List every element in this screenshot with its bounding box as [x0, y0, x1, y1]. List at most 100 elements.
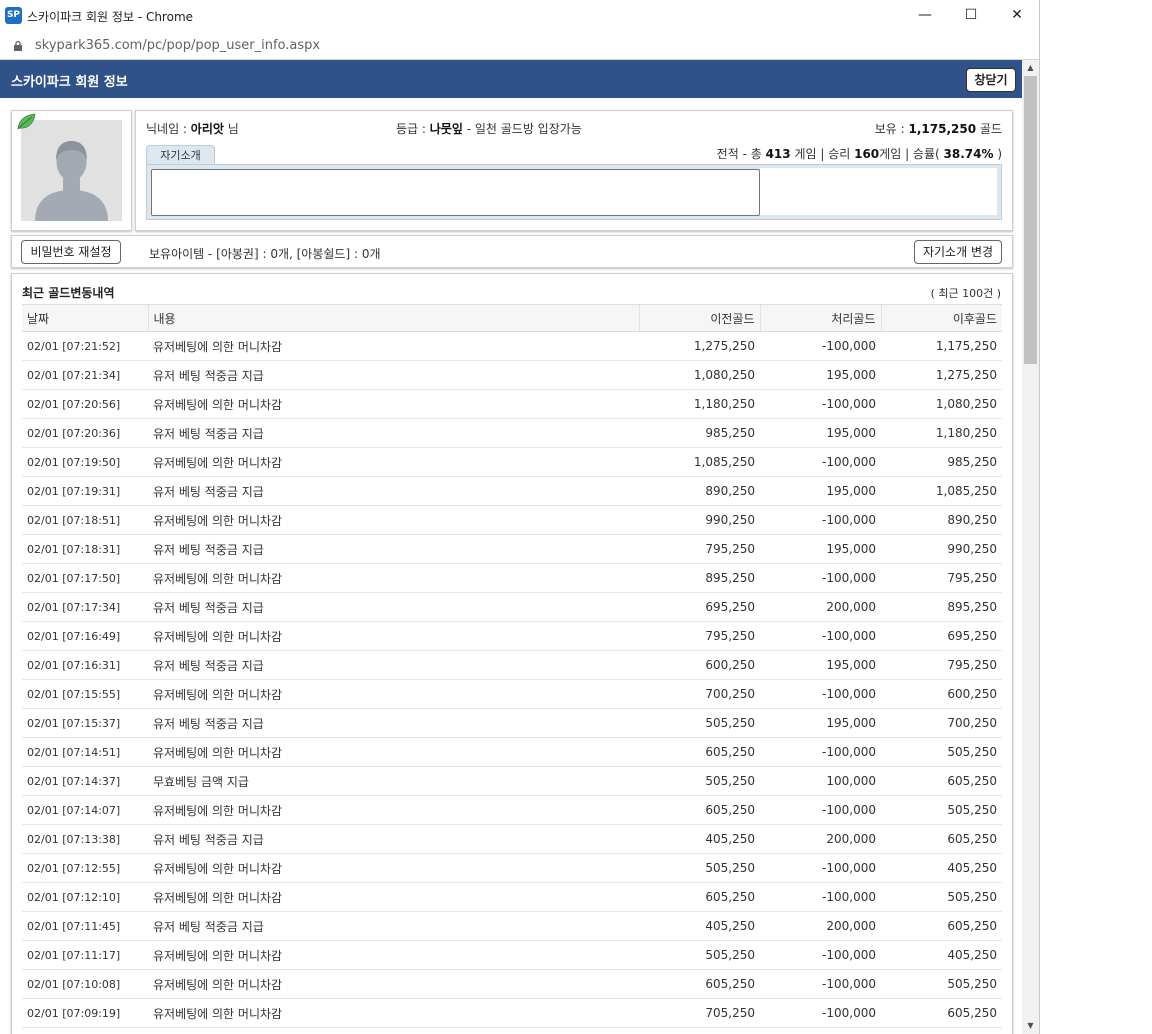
table-row: 02/01 [07:08:40]유저 베팅 적중금 지급505,250200,0… — [22, 1027, 1002, 1034]
row-content: 유저베팅에 의한 머니차감 — [148, 447, 639, 477]
table-row: 02/01 [07:12:55] 유저베팅에 의한 머니차감 505,250 -100… — [22, 853, 1002, 883]
popup-header: 스카이파크 회원 정보 창닫기 — [0, 60, 1022, 98]
row-after-gold: 505,250 — [881, 882, 1002, 912]
leaf-grade-icon — [17, 113, 36, 130]
gold-line: 보유 : 1,175,250 골드 — [875, 120, 1002, 137]
row-content: 무효베팅 금액 지급 — [148, 766, 639, 796]
row-content: 유저베팅에 의한 머니차감 — [148, 505, 639, 535]
url-text[interactable]: skypark365.com/pc/pop/pop_user_info.aspx — [35, 38, 320, 53]
profile-info-panel: 닉네임 : 아리앗 님 등급 : 나뭇잎 - 일천 골드방 입장가능 보유 : … — [135, 110, 1013, 231]
row-content: 유저베팅에 의한 머니차감 — [148, 882, 639, 912]
browser-window: SP 스카이파크 회원 정보 - Chrome — ☐ ✕ skypark365… — [0, 0, 1040, 1034]
table-row: 02/01 [07:12:10] 유저베팅에 의한 머니차감 605,250 -100… — [22, 882, 1002, 912]
row-prev-gold: 605,250 — [639, 969, 760, 999]
row-date: 02/01 [07:14:07] — [22, 795, 148, 825]
row-after-gold: 600,250 — [881, 679, 1002, 709]
row-prev-gold: 695,250 — [639, 592, 760, 622]
page-scrollbar[interactable]: ▲ ▼ — [1022, 60, 1039, 1034]
row-prev-gold: 405,250 — [639, 824, 760, 854]
lock-icon — [14, 40, 22, 51]
close-window-icon[interactable]: ✕ — [994, 0, 1039, 32]
row-after-gold: 695,250 — [881, 621, 1002, 651]
row-change-gold: -100,000 — [760, 940, 881, 970]
row-content: 유저 베팅 적중금 지급 — [148, 360, 639, 390]
row-content: 유저베팅에 의한 머니차감 — [148, 853, 639, 883]
address-bar[interactable]: skypark365.com/pc/pop/pop_user_info.aspx — [0, 32, 1039, 60]
table-row: 02/01 [07:14:37] 무효베팅 금액 지급 505,250 100,000… — [22, 766, 1002, 796]
row-change-gold: -100,000 — [760, 621, 881, 651]
row-content: 유저베팅에 의한 머니차감 — [148, 795, 639, 825]
row-content: 유저 베팅 적중금 지급 — [148, 911, 639, 941]
row-date: 02/01 [07:09:19] — [22, 998, 148, 1028]
row-after-gold: 1,180,250 — [881, 418, 1002, 448]
row-after-gold: 605,250 — [881, 998, 1002, 1028]
row-prev-gold: 505,250 — [639, 1027, 760, 1034]
table-row: 02/01 [07:11:45] 유저 베팅 적중금 지급 405,250 200,0… — [22, 911, 1002, 941]
row-date: 02/01 [07:19:50] — [22, 447, 148, 477]
row-content: 유저 베팅 적중금 지급 — [148, 592, 639, 622]
row-after-gold: 700,250 — [881, 708, 1002, 738]
intro-area — [146, 164, 1002, 220]
row-prev-gold: 1,085,250 — [639, 447, 760, 477]
row-after-gold: 1,175,250 — [881, 331, 1002, 361]
row-prev-gold: 705,250 — [639, 998, 760, 1028]
row-content: 유저 베팅 적중금 지급 — [148, 418, 639, 448]
table-row: 02/01 [07:09:19] 유저베팅에 의한 머니차감 705,250 -100… — [22, 998, 1002, 1028]
row-date: 02/01 [07:11:45] — [22, 911, 148, 941]
grade-line: 등급 : 나뭇잎 - 일천 골드방 입장가능 — [396, 120, 582, 137]
row-after-gold: 985,250 — [881, 447, 1002, 477]
row-after-gold: 505,250 — [881, 737, 1002, 767]
gold-value: 1,175,250 — [908, 122, 977, 136]
games-unit: 게임 | 승리 — [790, 147, 855, 161]
row-date: 02/01 [07:12:55] — [22, 853, 148, 883]
minimize-icon[interactable]: — — [902, 0, 948, 32]
row-content: 유저 베팅 적중금 지급 — [148, 650, 639, 680]
row-prev-gold: 605,250 — [639, 737, 760, 767]
maximize-icon[interactable]: ☐ — [948, 0, 994, 32]
table-row: 02/01 [07:15:55] 유저베팅에 의한 머니차감 700,250 -100… — [22, 679, 1002, 709]
reset-password-button[interactable]: 비밀번호 재설정 — [21, 240, 121, 264]
row-content: 유저 베팅 적중금 지급 — [148, 1027, 639, 1034]
scrollbar-thumb[interactable] — [1024, 76, 1037, 364]
games-total: 413 — [765, 147, 791, 161]
edit-intro-button[interactable]: 자기소개 변경 — [914, 240, 1002, 264]
row-prev-gold: 605,250 — [639, 795, 760, 825]
gold-suffix: 골드 — [976, 122, 1002, 136]
table-row: 02/01 [07:16:49] 유저베팅에 의한 머니차감 795,250 -100… — [22, 621, 1002, 651]
row-change-gold: -100,000 — [760, 563, 881, 593]
row-change-gold: -100,000 — [760, 998, 881, 1028]
nickname-line: 닉네임 : 아리앗 님 — [146, 120, 239, 137]
scroll-up-icon[interactable]: ▲ — [1022, 60, 1039, 76]
row-prev-gold: 405,250 — [639, 911, 760, 941]
row-date: 02/01 [07:21:34] — [22, 360, 148, 390]
row-after-gold: 405,250 — [881, 853, 1002, 883]
row-prev-gold: 1,180,250 — [639, 389, 760, 419]
record-label: 전적 - 총 — [716, 147, 766, 161]
tab-intro[interactable]: 자기소개 — [146, 145, 215, 165]
row-content: 유저베팅에 의한 머니차감 — [148, 940, 639, 970]
row-date: 02/01 [07:20:56] — [22, 389, 148, 419]
row-after-gold: 1,085,250 — [881, 476, 1002, 506]
row-prev-gold: 1,275,250 — [639, 331, 760, 361]
row-after-gold: 1,275,250 — [881, 360, 1002, 390]
nickname-suffix: 님 — [223, 122, 239, 136]
row-prev-gold: 890,250 — [639, 476, 760, 506]
table-row: 02/01 [07:17:34] 유저 베팅 적중금 지급 695,250 200,0… — [22, 592, 1002, 622]
table-row: 02/01 [07:20:56] 유저베팅에 의한 머니차감 1,180,250 -1… — [22, 389, 1002, 419]
row-date: 02/01 [07:10:08] — [22, 969, 148, 999]
row-after-gold: 405,250 — [881, 940, 1002, 970]
row-change-gold: 200,000 — [760, 592, 881, 622]
record-line: 전적 - 총 413 게임 | 승리 160게임 | 승률( 38.74% ) — [717, 145, 1002, 162]
row-after-gold: 705,250 — [881, 1027, 1002, 1034]
row-change-gold: -100,000 — [760, 447, 881, 477]
row-prev-gold: 795,250 — [639, 534, 760, 564]
row-content: 유저 베팅 적중금 지급 — [148, 824, 639, 854]
close-popup-button[interactable]: 창닫기 — [966, 68, 1016, 92]
row-prev-gold: 1,080,250 — [639, 360, 760, 390]
scroll-down-icon[interactable]: ▼ — [1022, 1018, 1039, 1034]
row-after-gold: 505,250 — [881, 969, 1002, 999]
row-content: 유저베팅에 의한 머니차감 — [148, 998, 639, 1028]
col-prev-gold: 이전골드 — [638, 304, 760, 332]
intro-textbox[interactable] — [151, 169, 760, 216]
row-content: 유저베팅에 의한 머니차감 — [148, 389, 639, 419]
